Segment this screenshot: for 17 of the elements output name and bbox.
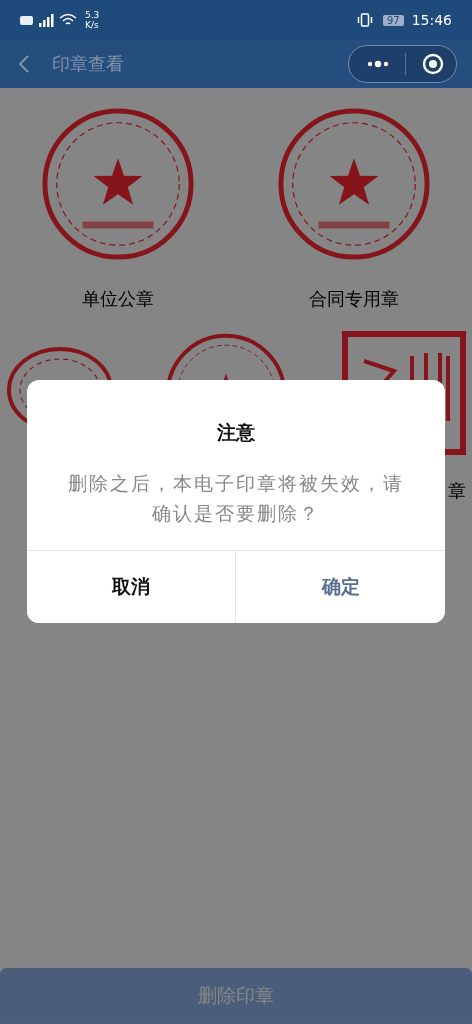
cancel-button[interactable]: 取消	[27, 551, 236, 623]
seal-label: 单位公章	[82, 287, 154, 311]
speed-unit: K/s	[85, 20, 100, 30]
more-icon[interactable]	[367, 60, 389, 68]
close-icon[interactable]	[422, 53, 444, 75]
seal-label: 合同专用章	[309, 287, 399, 311]
back-icon[interactable]	[18, 54, 30, 74]
network-speed: 5.3	[85, 10, 100, 20]
seal-label: 章	[448, 479, 466, 503]
wifi-icon	[59, 13, 77, 27]
page-title: 印章查看	[52, 52, 125, 76]
dialog-message: 删除之后，本电子印章将被失效，请确认是否要删除？	[67, 471, 405, 526]
signal-icon	[37, 13, 55, 27]
dialog-title: 注意	[216, 420, 256, 445]
vibrate-icon	[356, 13, 373, 27]
clock: 15:46	[411, 12, 452, 28]
battery-level: 97	[382, 14, 404, 26]
